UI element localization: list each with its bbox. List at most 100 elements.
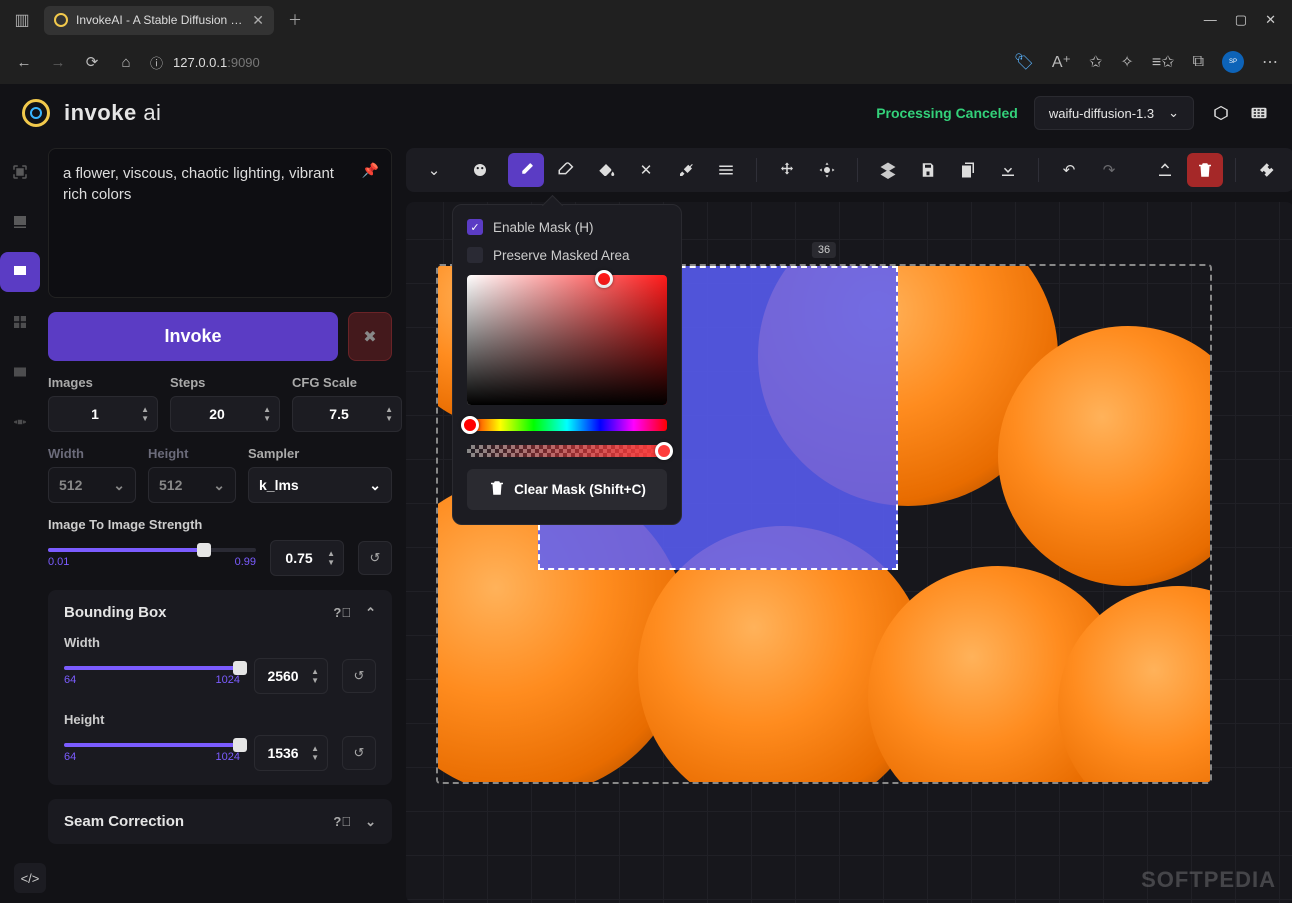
tab-favicon-icon <box>54 13 68 27</box>
favorite-icon[interactable]: ✩ <box>1089 52 1102 72</box>
stepper-icon[interactable]: ▲▼ <box>263 405 271 423</box>
cfg-input[interactable]: 7.5▲▼ <box>292 396 402 432</box>
stepper-icon[interactable]: ▲▼ <box>385 405 393 423</box>
bbox-width-slider[interactable]: 641024 <box>64 666 240 686</box>
chevron-down-icon[interactable]: ⌄ <box>365 814 376 830</box>
nav-home-icon[interactable]: ⌂ <box>116 54 136 71</box>
read-aloud-icon[interactable]: A⁺ <box>1052 52 1071 72</box>
steps-input[interactable]: 20▲▼ <box>170 396 280 432</box>
nav-tab-img2img[interactable] <box>0 202 40 242</box>
img2img-slider[interactable]: 0.010.99 <box>48 548 256 568</box>
tab-close-icon[interactable]: ✕ <box>252 12 264 29</box>
layer-dropdown[interactable]: ⌄ <box>416 153 452 187</box>
alpha-slider[interactable] <box>467 445 667 457</box>
copy-canvas-icon[interactable] <box>950 153 986 187</box>
browser-sidebar-toggle-icon[interactable]: ▥ <box>8 6 36 34</box>
preserve-mask-checkbox[interactable]: Preserve Masked Area <box>467 247 667 263</box>
help-icon[interactable]: ?⃝ <box>333 605 351 621</box>
bbox-height-reset-button[interactable]: ↺ <box>342 736 376 770</box>
profile-badge-icon[interactable]: SP <box>1222 51 1244 73</box>
stepper-icon[interactable]: ▲▼ <box>311 744 319 762</box>
nav-tab-nodes[interactable] <box>0 302 40 342</box>
brush-tool[interactable] <box>508 153 544 187</box>
color-saturation-picker[interactable] <box>467 275 667 405</box>
sampler-select[interactable]: k_lms⌄ <box>248 467 392 503</box>
bbox-width-label: Width <box>64 635 376 650</box>
images-input[interactable]: 1▲▼ <box>48 396 158 432</box>
stepper-icon[interactable]: ▲▼ <box>141 405 149 423</box>
bbox-height-slider[interactable]: 641024 <box>64 743 240 763</box>
nav-tab-unified-canvas[interactable] <box>0 252 40 292</box>
browser-navbar: ← → ⟳ ⌂ ⓘ 127.0.0.1:9090 🏷 A⁺ ✩ ✧ ≡✩ ⧉ S… <box>0 40 1292 84</box>
window-minimize-icon[interactable]: ― <box>1204 12 1217 28</box>
url-host: 127.0.0.1 <box>173 55 227 70</box>
new-tab-button[interactable]: ＋ <box>288 10 302 30</box>
chevron-down-icon: ⌄ <box>1168 105 1179 121</box>
help-icon[interactable]: ?⃝ <box>333 814 351 830</box>
prompt-input[interactable]: a flower, viscous, chaotic lighting, vib… <box>48 148 392 298</box>
reset-view-icon[interactable] <box>809 153 845 187</box>
pin-icon[interactable]: 📌 <box>362 161 379 181</box>
move-tool[interactable] <box>769 153 805 187</box>
window-close-icon[interactable]: ✕ <box>1265 12 1276 28</box>
mask-options-button[interactable] <box>462 153 498 187</box>
canvas-settings-icon[interactable] <box>1248 153 1284 187</box>
clear-mask-button[interactable]: Clear Mask (Shift+C) <box>467 469 667 510</box>
bounding-box-header[interactable]: Bounding Box ?⃝⌃ <box>64 604 376 621</box>
window-maximize-icon[interactable]: ▢ <box>1235 12 1247 28</box>
browser-titlebar: ▥ InvokeAI - A Stable Diffusion Toolkit … <box>0 0 1292 40</box>
seam-correction-header[interactable]: Seam Correction ?⃝⌄ <box>64 813 376 830</box>
width-select[interactable]: 512⌄ <box>48 467 136 503</box>
color-picker-thumb[interactable] <box>595 270 613 288</box>
nav-back-icon[interactable]: ← <box>14 54 34 71</box>
checkbox-unchecked-icon <box>467 247 483 263</box>
brush-settings-icon[interactable] <box>708 153 744 187</box>
enable-mask-checkbox[interactable]: ✓ Enable Mask (H) <box>467 219 667 235</box>
invoke-button[interactable]: Invoke <box>48 312 338 361</box>
model-select[interactable]: waifu-diffusion-1.3 ⌄ <box>1034 96 1194 130</box>
nav-tab-txt2img[interactable] <box>0 152 40 192</box>
chevron-up-icon[interactable]: ⌃ <box>365 605 376 621</box>
alpha-slider-thumb[interactable] <box>655 442 673 460</box>
clear-canvas-button[interactable] <box>1187 153 1223 187</box>
site-info-icon[interactable]: ⓘ <box>150 53 163 72</box>
extensions-icon[interactable]: ✧ <box>1120 52 1133 72</box>
favorites-bar-icon[interactable]: ≡✩ <box>1152 52 1175 72</box>
img2img-value-input[interactable]: 0.75▲▼ <box>270 540 344 576</box>
hue-slider[interactable] <box>467 419 667 431</box>
cancel-button[interactable]: ✖ <box>348 312 392 361</box>
bbox-width-input[interactable]: 2560▲▼ <box>254 658 328 694</box>
nav-refresh-icon[interactable]: ⟳ <box>82 53 102 71</box>
app-title-thin: ai <box>143 100 161 125</box>
code-toggle-button[interactable]: </> <box>14 863 46 893</box>
img2img-reset-button[interactable]: ↺ <box>358 541 392 575</box>
undo-icon[interactable]: ↶ <box>1051 153 1087 187</box>
hue-slider-thumb[interactable] <box>461 416 479 434</box>
stepper-icon[interactable]: ▲▼ <box>311 667 319 685</box>
save-canvas-icon[interactable] <box>910 153 946 187</box>
height-select[interactable]: 512⌄ <box>148 467 236 503</box>
bbox-width-reset-button[interactable]: ↺ <box>342 659 376 693</box>
shopping-tag-icon[interactable]: 🏷 <box>1014 52 1034 72</box>
nav-tab-postprocess[interactable] <box>0 352 40 392</box>
eraser-tool[interactable] <box>548 153 584 187</box>
redo-icon[interactable]: ↷ <box>1091 153 1127 187</box>
keyboard-icon[interactable] <box>1248 102 1270 124</box>
download-canvas-icon[interactable] <box>990 153 1026 187</box>
app-title: invoke ai <box>64 100 161 126</box>
settings-box-icon[interactable] <box>1210 102 1232 124</box>
nav-tab-training[interactable] <box>0 402 40 442</box>
canvas-toolbar: ⌄ ✕ <box>406 148 1292 192</box>
url-bar[interactable]: ⓘ 127.0.0.1:9090 <box>150 53 260 72</box>
color-picker-tool[interactable] <box>668 153 704 187</box>
browser-tab[interactable]: InvokeAI - A Stable Diffusion Toolkit ✕ <box>44 6 274 35</box>
fill-tool[interactable] <box>588 153 624 187</box>
stepper-icon[interactable]: ▲▼ <box>327 549 335 567</box>
trash-icon <box>488 479 506 500</box>
bbox-height-input[interactable]: 1536▲▼ <box>254 735 328 771</box>
close-tool-icon[interactable]: ✕ <box>628 153 664 187</box>
browser-menu-icon[interactable]: ⋯ <box>1262 52 1278 72</box>
merge-layers-icon[interactable] <box>870 153 906 187</box>
collections-icon[interactable]: ⧉ <box>1193 53 1204 71</box>
upload-icon[interactable] <box>1147 153 1183 187</box>
